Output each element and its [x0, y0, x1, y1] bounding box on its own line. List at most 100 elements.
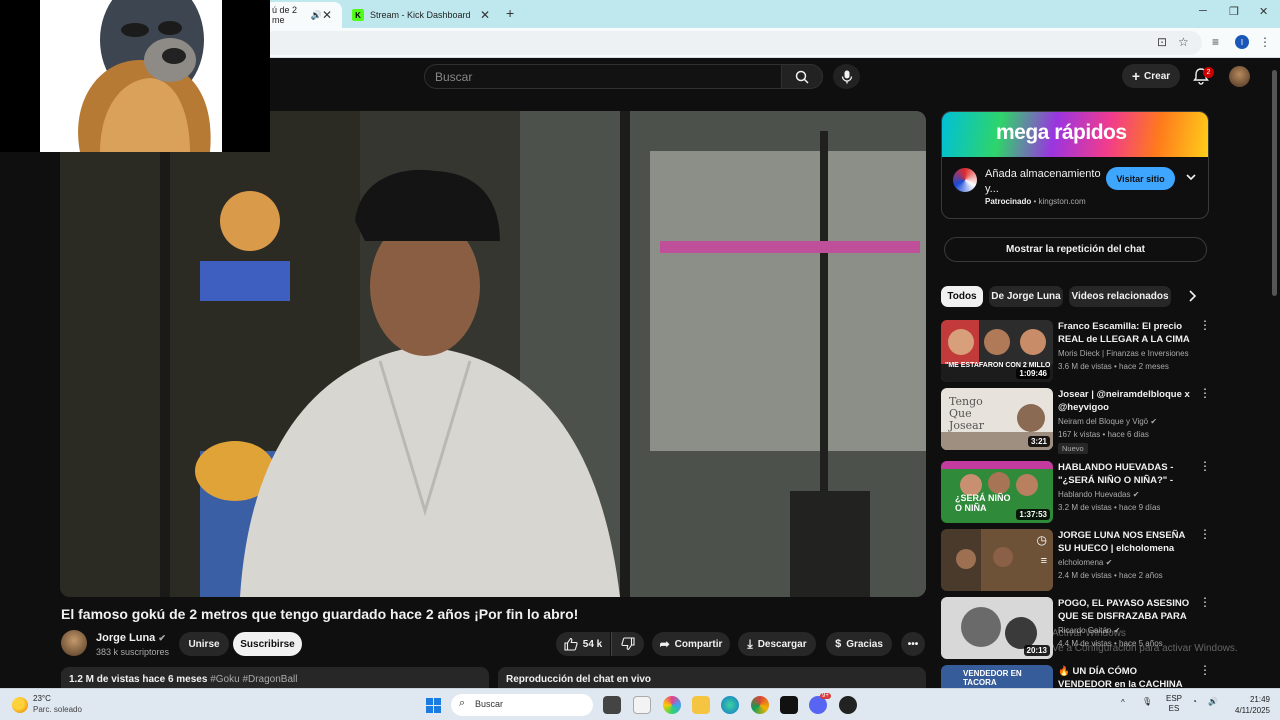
search-input[interactable]: Buscar [424, 64, 782, 89]
chrome-profile-avatar[interactable]: I [1235, 35, 1249, 49]
install-app-icon[interactable]: ⊡ [1157, 35, 1167, 49]
description-tags[interactable]: #Goku #DragonBall [210, 674, 297, 685]
search-button[interactable] [781, 64, 823, 89]
minimize-button[interactable]: ─ [1199, 5, 1207, 17]
close-tab-icon[interactable]: ✕ [480, 8, 490, 22]
close-tab-icon[interactable]: ✕ [322, 8, 332, 22]
channel-avatar[interactable] [61, 630, 87, 656]
notification-count-badge: 2 [1203, 67, 1214, 78]
video-thumbnail[interactable]: 20:13 [941, 597, 1053, 659]
chevron-right-icon[interactable] [1186, 289, 1198, 303]
recommendation-channel[interactable]: Moris Dieck | Finanzas e Inversiones [1058, 349, 1189, 358]
more-vertical-icon[interactable]: ⋮ [1199, 596, 1211, 608]
video-thumbnail[interactable]: "ME ESTAFARON CON 2 MILLO 1:09:46 [941, 320, 1053, 382]
language-indicator[interactable]: ESP ES [1166, 694, 1182, 714]
notepad-icon[interactable] [633, 696, 651, 714]
chevron-up-icon[interactable]: ^ [1121, 698, 1125, 707]
add-to-queue-icon[interactable]: ≡ [1041, 555, 1047, 567]
speaker-icon[interactable]: 🔊 [311, 10, 322, 21]
show-chat-replay-button[interactable]: Mostrar la repetición del chat [944, 237, 1207, 262]
volume-icon[interactable]: 🔊 [1208, 697, 1218, 706]
restore-button[interactable]: ❐ [1229, 5, 1239, 18]
recommendation-channel[interactable]: Neiram del Bloque y Vigö ✔ [1058, 417, 1157, 426]
more-vertical-icon[interactable]: ⋮ [1199, 387, 1211, 399]
thanks-button[interactable]: $ Gracias [826, 632, 892, 656]
more-vertical-icon[interactable]: ⋮ [1199, 460, 1211, 472]
recommendation-title[interactable]: POGO, EL PAYASO ASESINO QUE SE DISFRAZAB… [1058, 597, 1190, 623]
like-button[interactable]: 54 k [556, 632, 610, 656]
tab-kick[interactable]: K Stream - Kick Dashboard ✕ [342, 2, 500, 28]
chip-de-jorge-luna[interactable]: De Jorge Luna [989, 286, 1063, 307]
recommendation-item[interactable]: ◷ ≡ JORGE LUNA NOS ENSEÑA SU HUECO | elc… [941, 528, 1211, 593]
recommendation-channel[interactable]: elcholomena ✔ [1058, 558, 1112, 567]
weather-condition[interactable]: Parc. soleado [33, 705, 82, 714]
download-button[interactable]: ⤓ Descargar [738, 632, 816, 656]
sponsored-ad-card[interactable]: mega rápidos Añada almacenamiento y... P… [941, 111, 1209, 219]
share-label: Compartir [674, 638, 723, 650]
recommendation-item[interactable]: Tengo Que Josear 3:21 Josear | @neiramde… [941, 387, 1211, 454]
subscribe-button[interactable]: Suscribirse [233, 632, 302, 656]
video-thumbnail[interactable]: ¿SERÁ NIÑO O NIÑA 1:37:53 [941, 461, 1053, 523]
chip-videos-relacionados[interactable]: Videos relacionados [1069, 286, 1171, 307]
video-thumbnail[interactable]: ◷ ≡ [941, 529, 1053, 591]
chrome-icon[interactable] [751, 696, 769, 714]
file-explorer-icon[interactable] [692, 696, 710, 714]
media-control-icon[interactable]: ≡ [1212, 35, 1219, 49]
create-button[interactable]: + Crear [1122, 64, 1180, 88]
recommendation-item[interactable]: "ME ESTAFARON CON 2 MILLO 1:09:46 Franco… [941, 319, 1211, 384]
task-view-icon[interactable] [603, 696, 621, 714]
more-vertical-icon[interactable]: ⋮ [1199, 664, 1211, 676]
bookmark-star-icon[interactable]: ☆ [1178, 35, 1189, 49]
verified-icon: ✔ [158, 633, 166, 643]
channel-name[interactable]: Jorge Luna ✔ [96, 632, 166, 644]
app-icon[interactable] [839, 696, 857, 714]
recommendation-meta: 3.2 M de vistas • hace 9 días [1058, 503, 1161, 512]
watch-later-icon[interactable]: ◷ [1037, 533, 1047, 547]
share-button[interactable]: ➦ Compartir [652, 632, 730, 656]
recommendation-title[interactable]: Franco Escamilla: El precio REAL de LLEG… [1058, 320, 1190, 346]
join-button[interactable]: Unirse [179, 632, 229, 656]
chrome-menu-icon[interactable]: ⋮ [1259, 35, 1271, 49]
more-vertical-icon[interactable]: ⋮ [1199, 528, 1211, 540]
page-scrollbar[interactable] [1272, 70, 1277, 296]
system-clock[interactable]: 21:49 4/11/2025 [1230, 694, 1270, 716]
new-tab-button[interactable]: + [506, 5, 514, 21]
visit-site-button[interactable]: Visitar sitio [1106, 167, 1175, 190]
weather-temperature[interactable]: 23°C [33, 694, 51, 703]
microphone-tray-icon[interactable]: 🎙 [1142, 697, 1152, 706]
taskbar-search-label: Buscar [475, 699, 504, 709]
more-actions-button[interactable]: ••• [901, 632, 925, 656]
copilot-icon[interactable] [663, 696, 681, 714]
close-window-button[interactable]: ✕ [1259, 5, 1268, 18]
video-thumbnail[interactable]: Tengo Que Josear 3:21 [941, 388, 1053, 450]
weather-sun-icon[interactable] [12, 697, 28, 713]
recommendation-meta: 3.6 M de vistas • hace 2 meses [1058, 362, 1169, 371]
more-horizontal-icon: ••• [907, 638, 919, 650]
recommendation-channel[interactable]: Hablando Huevadas ✔ [1058, 490, 1139, 499]
recommendation-title[interactable]: JORGE LUNA NOS ENSEÑA SU HUECO | elcholo… [1058, 529, 1190, 555]
channel-label: Neiram del Bloque y Vigö [1058, 417, 1149, 426]
terminal-icon[interactable] [780, 696, 798, 714]
user-avatar[interactable] [1229, 66, 1250, 87]
edge-icon[interactable] [721, 696, 739, 714]
clock-date: 4/11/2025 [1235, 706, 1270, 715]
taskbar-search[interactable]: ⌕ Buscar [451, 694, 593, 716]
channel-label: elcholomena [1058, 558, 1104, 567]
subscriber-count: 383 k suscriptores [96, 647, 170, 657]
tab-youtube[interactable]: ú de 2 me 🔊 ✕ [262, 2, 342, 28]
address-bar[interactable] [262, 31, 1202, 55]
more-vertical-icon[interactable]: ⋮ [1199, 319, 1211, 331]
recommendation-title[interactable]: Josear | @neiramdelbloque x @heyvigoo [1058, 388, 1190, 414]
recommendation-item[interactable]: ¿SERÁ NIÑO O NIÑA 1:37:53 HABLANDO HUEVA… [941, 460, 1211, 525]
video-player[interactable] [60, 111, 926, 597]
dislike-button[interactable] [611, 632, 644, 656]
chevron-down-icon[interactable] [1185, 171, 1197, 183]
thanks-label: Gracias [846, 638, 883, 650]
chip-todos[interactable]: Todos [941, 286, 983, 307]
ad-title[interactable]: Añada almacenamiento y... [985, 167, 1105, 197]
windows-start-icon[interactable] [426, 698, 441, 713]
voice-search-button[interactable] [833, 64, 860, 89]
recommendation-title[interactable]: HABLANDO HUEVADAS - "¿SERÁ NIÑO O NIÑA?"… [1058, 461, 1190, 487]
wifi-icon[interactable]: ◔ [1192, 697, 1197, 706]
ad-banner-image[interactable]: mega rápidos [942, 112, 1208, 157]
